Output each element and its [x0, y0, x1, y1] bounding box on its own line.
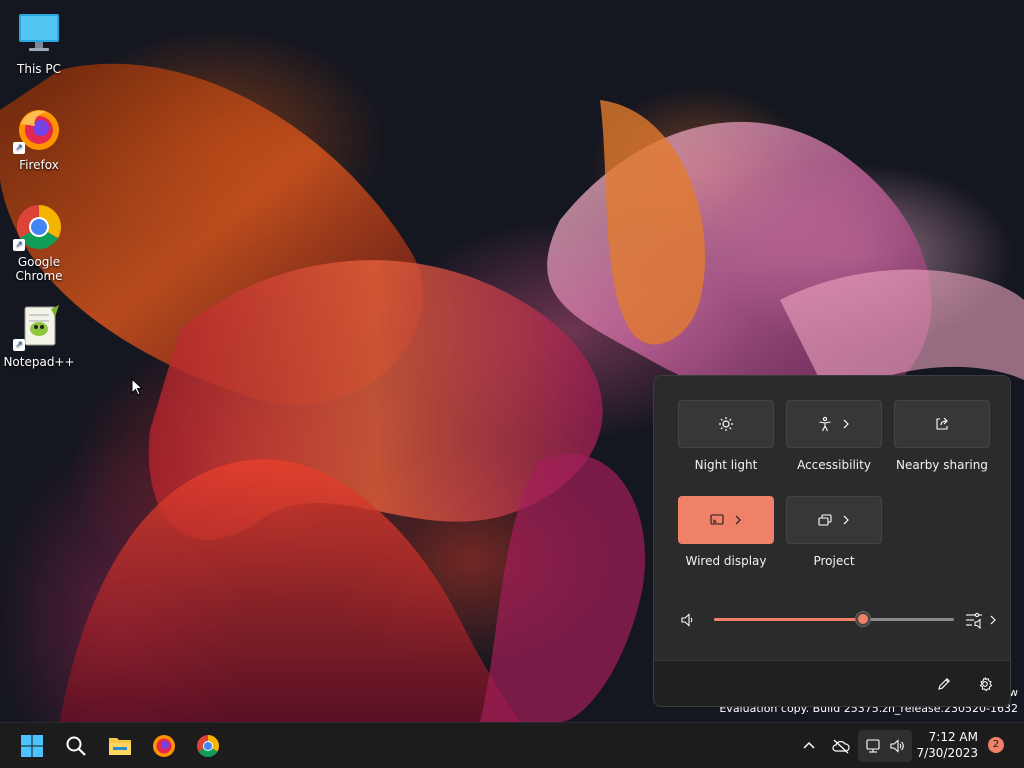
file-explorer-button[interactable]: [104, 730, 136, 762]
chevron-right-icon: [843, 515, 849, 525]
pencil-icon[interactable]: [936, 676, 952, 692]
tile-label-nearby-sharing: Nearby sharing: [896, 458, 988, 472]
quick-settings-panel: Night light Accessibility Nearby sharing…: [653, 375, 1011, 707]
start-button[interactable]: [16, 730, 48, 762]
desktop-icon-notepadpp[interactable]: ↗ Notepad++: [1, 303, 77, 369]
notification-badge[interactable]: 2: [988, 737, 1004, 753]
project-icon: [818, 514, 832, 526]
this-pc-icon: [15, 10, 63, 58]
clock[interactable]: 7:12 AM 7/30/2023: [916, 729, 978, 761]
desktop-icon-firefox[interactable]: ↗ Firefox: [1, 106, 77, 172]
shortcut-arrow-icon: ↗: [13, 142, 25, 154]
gear-icon[interactable]: [977, 676, 993, 692]
show-hidden-icons-button[interactable]: [793, 730, 825, 762]
taskbar: 7:12 AM 7/30/2023 2: [0, 722, 1024, 768]
chevron-right-icon: [843, 419, 849, 429]
clock-time: 7:12 AM: [928, 730, 978, 744]
firefox-icon: ↗: [13, 106, 63, 154]
network-icon: [866, 739, 880, 753]
tile-night-light[interactable]: [678, 400, 774, 448]
tile-wired-display[interactable]: [678, 496, 774, 544]
shortcut-arrow-icon: ↗: [13, 339, 25, 351]
night-light-icon: [719, 417, 733, 431]
desktop-icon-label: Notepad++: [3, 355, 75, 369]
onedrive-button[interactable]: [825, 730, 857, 762]
shortcut-arrow-icon: ↗: [13, 239, 25, 251]
quick-settings-footer: [654, 660, 1010, 706]
taskbar-chrome-button[interactable]: [192, 730, 224, 762]
desktop-icon-chrome[interactable]: ↗ Google Chrome: [1, 203, 77, 283]
cast-icon: [710, 514, 724, 525]
start-icon: [21, 735, 43, 757]
desktop-icon-this-pc[interactable]: This PC: [1, 10, 77, 76]
volume-icon: [890, 739, 904, 753]
tile-label-project: Project: [813, 554, 855, 568]
chrome-icon: ↗: [13, 203, 63, 251]
chevron-right-icon: [735, 515, 741, 525]
notepadpp-icon: ↗: [13, 303, 63, 351]
desktop-icon-label: This PC: [17, 62, 61, 76]
tile-accessibility[interactable]: [786, 400, 882, 448]
search-icon: [66, 736, 86, 756]
search-button[interactable]: [60, 730, 92, 762]
volume-slider-thumb[interactable]: [854, 611, 871, 627]
share-icon: [936, 417, 948, 430]
speaker-icon[interactable]: [680, 612, 696, 628]
quick-settings-button[interactable]: [858, 730, 912, 762]
chrome-icon: [197, 735, 219, 757]
tile-label-accessibility: Accessibility: [797, 458, 871, 472]
audio-mixer-icon: [966, 612, 982, 630]
tile-label-wired-display: Wired display: [685, 554, 767, 568]
volume-slider[interactable]: [714, 611, 954, 627]
clock-date: 7/30/2023: [916, 746, 978, 760]
tile-nearby-sharing[interactable]: [894, 400, 990, 448]
tile-label-night-light: Night light: [694, 458, 758, 472]
taskbar-firefox-button[interactable]: [148, 730, 180, 762]
chevron-up-icon: [803, 741, 815, 749]
cloud-off-icon: [832, 739, 850, 754]
firefox-icon: [153, 735, 175, 757]
accessibility-icon: [819, 416, 831, 432]
desktop-icon-label: Google Chrome: [15, 255, 63, 283]
desktop-icon-label: Firefox: [19, 158, 59, 172]
chevron-right-icon: [990, 615, 996, 625]
mouse-cursor-icon: [131, 378, 143, 396]
volume-slider-fill: [714, 618, 863, 621]
file-explorer-icon: [109, 738, 131, 755]
audio-output-button[interactable]: [964, 610, 998, 630]
tile-project[interactable]: [786, 496, 882, 544]
